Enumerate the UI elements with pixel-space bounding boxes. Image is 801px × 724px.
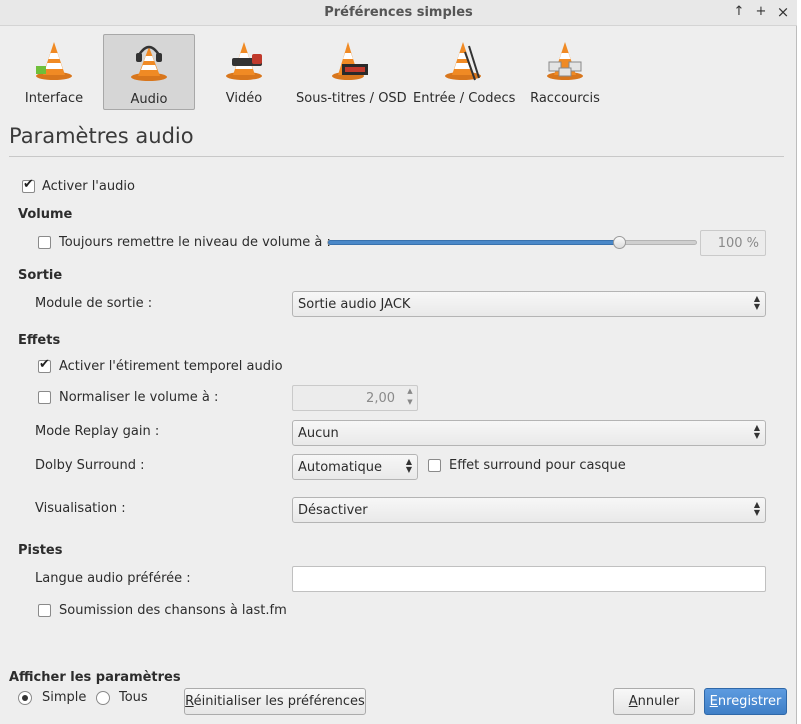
tab-label: Raccourcis bbox=[530, 91, 600, 106]
button-label: nregistrer bbox=[717, 694, 782, 709]
enable-audio-checkbox[interactable] bbox=[22, 177, 35, 193]
output-module-label: Module de sortie : bbox=[35, 296, 153, 311]
preferred-language-input[interactable] bbox=[292, 566, 766, 592]
tab-shortcuts[interactable]: Raccourcis bbox=[528, 34, 602, 110]
all-radio[interactable] bbox=[96, 691, 110, 705]
show-settings-title: Afficher les paramètres bbox=[9, 670, 181, 685]
tab-audio[interactable]: Audio bbox=[103, 34, 195, 110]
tab-label: Vidéo bbox=[225, 91, 263, 106]
tab-label: Entrée / Codecs bbox=[413, 91, 516, 106]
page-title: Paramètres audio bbox=[9, 124, 194, 148]
visualization-value: Désactiver bbox=[298, 503, 368, 518]
dolby-surround-label: Dolby Surround : bbox=[35, 458, 145, 473]
visualization-label: Visualisation : bbox=[35, 501, 126, 516]
simple-radio-label: Simple bbox=[42, 690, 87, 705]
cable-cone-icon bbox=[445, 42, 481, 81]
keep-above-icon[interactable]: ↑ bbox=[731, 4, 747, 20]
film-cone-icon bbox=[226, 42, 262, 80]
effects-section-title: Effets bbox=[18, 333, 61, 348]
replay-gain-select[interactable]: Aucun ▲ ▼ bbox=[292, 420, 766, 446]
updown-arrows-icon: ▲ ▼ bbox=[405, 457, 412, 474]
all-radio-label: Tous bbox=[119, 690, 148, 705]
time-stretch-checkbox[interactable] bbox=[38, 357, 51, 373]
output-module-value: Sortie audio JACK bbox=[298, 297, 411, 312]
preferences-window: Préférences simples ↑ + × Interface Audi… bbox=[0, 0, 797, 724]
cancel-button[interactable]: Annuler bbox=[613, 688, 695, 715]
updown-arrows-icon: ▲ ▼ bbox=[753, 423, 760, 440]
tab-subtitles-osd[interactable]: Sous-titres / OSD bbox=[296, 34, 407, 110]
cone-icon bbox=[36, 42, 72, 80]
headphone-surround-label: Effet surround pour casque bbox=[449, 458, 626, 473]
category-tabs: Interface Audio Vidéo Sous-titres / OSD … bbox=[0, 30, 797, 114]
mnemonic-letter: E bbox=[709, 694, 718, 709]
maximize-icon[interactable]: + bbox=[753, 4, 769, 20]
visualization-select[interactable]: Désactiver ▲ ▼ bbox=[292, 497, 766, 523]
replay-gain-value: Aucun bbox=[298, 426, 339, 441]
tab-video[interactable]: Vidéo bbox=[206, 34, 282, 110]
normalize-value: 2,00 bbox=[366, 391, 395, 406]
normalize-value-spinbox: 2,00 bbox=[292, 385, 418, 411]
tab-input-codecs[interactable]: Entrée / Codecs bbox=[413, 34, 516, 110]
window-title: Préférences simples bbox=[324, 5, 473, 20]
headphone-surround-checkbox[interactable] bbox=[428, 459, 441, 472]
dolby-surround-select[interactable]: Automatique ▲ ▼ bbox=[292, 454, 418, 480]
normalize-volume-checkbox[interactable] bbox=[38, 391, 51, 404]
updown-arrows-icon: ▲ ▼ bbox=[753, 500, 760, 517]
tab-interface[interactable]: Interface bbox=[18, 34, 90, 110]
volume-slider-fill bbox=[328, 240, 620, 245]
tab-label: Sous-titres / OSD bbox=[296, 91, 407, 106]
updown-arrows-icon: ▲ ▼ bbox=[753, 294, 760, 311]
background-window-edge bbox=[797, 0, 801, 724]
mnemonic-letter: R bbox=[185, 694, 194, 709]
output-module-select[interactable]: Sortie audio JACK ▲ ▼ bbox=[292, 291, 766, 317]
volume-level-value: 100 % bbox=[717, 236, 759, 251]
button-label: éinitialiser les préférences bbox=[193, 694, 365, 709]
reset-volume-checkbox[interactable] bbox=[38, 236, 51, 249]
tab-label: Interface bbox=[24, 91, 84, 106]
replay-gain-label: Mode Replay gain : bbox=[35, 424, 160, 439]
headphones-cone-icon bbox=[131, 45, 167, 81]
mnemonic-letter: A bbox=[628, 694, 638, 709]
volume-section-title: Volume bbox=[18, 207, 73, 222]
time-stretch-label: Activer l'étirement temporel audio bbox=[59, 359, 283, 374]
title-bar: Préférences simples ↑ + × bbox=[0, 0, 797, 26]
normalize-volume-label: Normaliser le volume à : bbox=[59, 390, 219, 405]
volume-slider-handle[interactable] bbox=[613, 236, 626, 249]
reset-volume-label: Toujours remettre le niveau de volume à … bbox=[59, 235, 331, 250]
subtitles-cone-icon bbox=[332, 42, 368, 80]
simple-radio[interactable] bbox=[18, 691, 32, 705]
save-button[interactable]: Enregistrer bbox=[704, 688, 787, 715]
button-label: nnuler bbox=[637, 694, 680, 709]
title-divider bbox=[9, 156, 784, 157]
reset-preferences-button[interactable]: Réinitialiser les préférences bbox=[184, 688, 366, 715]
tracks-section-title: Pistes bbox=[18, 543, 63, 558]
lastfm-label: Soumission des chansons à last.fm bbox=[59, 603, 287, 618]
lastfm-checkbox[interactable] bbox=[38, 604, 51, 617]
dolby-surround-value: Automatique bbox=[298, 460, 383, 475]
preferred-language-label: Langue audio préférée : bbox=[35, 571, 191, 586]
keyboard-cone-icon bbox=[547, 42, 583, 80]
spin-arrows-icon: ▲ ▼ bbox=[407, 387, 413, 406]
volume-level-field: 100 % bbox=[700, 230, 766, 256]
volume-slider[interactable] bbox=[327, 236, 697, 249]
enable-audio-label: Activer l'audio bbox=[42, 179, 135, 194]
tab-label: Audio bbox=[130, 92, 168, 107]
close-icon[interactable]: × bbox=[775, 4, 791, 20]
output-section-title: Sortie bbox=[18, 268, 63, 283]
